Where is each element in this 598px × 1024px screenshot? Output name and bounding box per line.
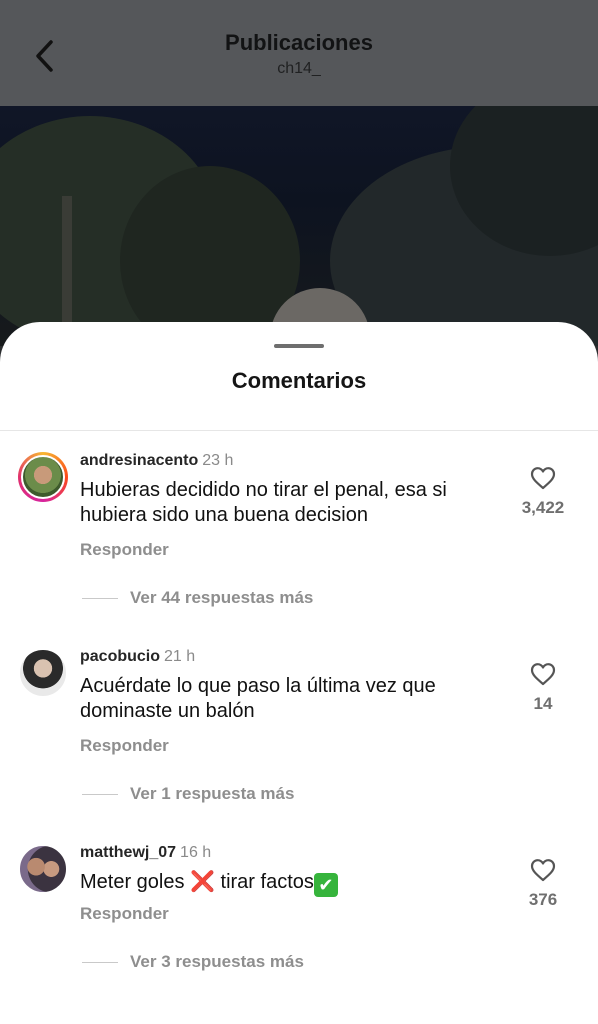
like-count: 376 bbox=[528, 890, 558, 909]
replies-line bbox=[82, 597, 118, 599]
heart-icon[interactable] bbox=[530, 858, 556, 882]
reply-button[interactable]: Responder bbox=[80, 540, 169, 560]
comment-meta: andresinacento 23 h bbox=[80, 452, 233, 470]
post-photo[interactable] bbox=[0, 106, 598, 346]
comments-sheet: Comentarios andresinacento 23 h Hubieras … bbox=[0, 322, 598, 1024]
like-control: 376 bbox=[508, 858, 578, 910]
comment-time: 16 h bbox=[180, 844, 212, 861]
reply-button[interactable]: Responder bbox=[80, 736, 169, 756]
comment-text: Meter goles ❌ tirar factos ✔ bbox=[80, 870, 510, 897]
reply-button[interactable]: Responder bbox=[80, 904, 169, 924]
comment-text: Acuérdate lo que paso la última vez que … bbox=[80, 675, 436, 722]
view-replies-label: Ver 3 respuestas más bbox=[130, 952, 304, 971]
avatar[interactable] bbox=[18, 452, 68, 502]
replies-line bbox=[82, 961, 118, 963]
like-count: 3,422 bbox=[521, 498, 565, 517]
comment-username[interactable]: pacobucio bbox=[80, 648, 160, 665]
comment-item: matthewj_07 16 h Meter goles ❌ tirar fact… bbox=[0, 844, 598, 1024]
like-control: 14 bbox=[508, 662, 578, 714]
view-replies-button[interactable]: Ver 1 respuesta más bbox=[82, 784, 294, 804]
top-bar: Publicaciones ch14_ bbox=[0, 0, 598, 106]
view-replies-label: Ver 44 respuestas más bbox=[130, 588, 314, 607]
check-mark-icon: ✔ bbox=[313, 873, 338, 897]
like-control: 3,422 bbox=[508, 466, 578, 518]
comment-time: 23 h bbox=[202, 452, 234, 469]
like-count: 14 bbox=[533, 694, 553, 713]
comment-meta: pacobucio 21 h bbox=[80, 648, 195, 666]
replies-line bbox=[82, 793, 118, 795]
heart-icon[interactable] bbox=[530, 662, 556, 686]
avatar[interactable] bbox=[18, 648, 68, 698]
avatar-image bbox=[18, 844, 68, 894]
comment-username[interactable]: matthewj_07 bbox=[80, 844, 176, 861]
sheet-drag-handle[interactable] bbox=[274, 344, 324, 348]
cross-mark-icon: ❌ bbox=[190, 871, 215, 893]
divider bbox=[0, 430, 598, 431]
avatar-image bbox=[21, 455, 65, 499]
comment-text-part: tirar factos bbox=[214, 871, 314, 893]
comment-meta: matthewj_07 16 h bbox=[80, 844, 211, 862]
header-title-block: Publicaciones ch14_ bbox=[0, 30, 598, 78]
view-replies-button[interactable]: Ver 44 respuestas más bbox=[82, 588, 313, 608]
avatar-image bbox=[18, 648, 68, 698]
view-replies-button[interactable]: Ver 3 respuestas más bbox=[82, 952, 304, 972]
page-subtitle: ch14_ bbox=[277, 60, 321, 77]
comment-username[interactable]: andresinacento bbox=[80, 452, 198, 469]
heart-icon[interactable] bbox=[530, 466, 556, 490]
comment-item: andresinacento 23 h Hubieras decidido no … bbox=[0, 452, 598, 642]
comment-text-part: Meter goles bbox=[80, 871, 191, 893]
page-title: Publicaciones bbox=[225, 30, 373, 55]
comment-text: Hubieras decidido no tirar el penal, esa… bbox=[80, 479, 447, 526]
sheet-title: Comentarios bbox=[231, 368, 367, 393]
avatar[interactable] bbox=[18, 844, 68, 894]
comment-item: pacobucio 21 h Acuérdate lo que paso la ú… bbox=[0, 648, 598, 838]
view-replies-label: Ver 1 respuesta más bbox=[130, 784, 295, 803]
comment-time: 21 h bbox=[164, 648, 196, 665]
